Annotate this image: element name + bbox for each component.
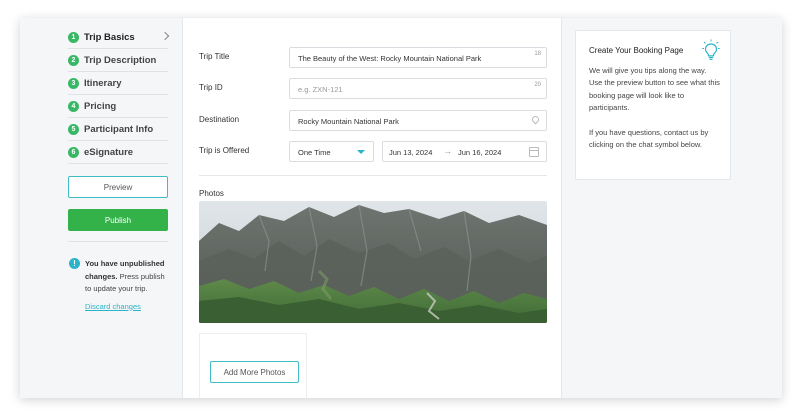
trip-title-label: Trip Title (199, 52, 230, 61)
step-itinerary[interactable]: 3 Itinerary (68, 72, 168, 95)
lightbulb-icon (702, 39, 720, 60)
chevron-right-icon (160, 31, 170, 41)
app-frame: 1 Trip Basics 2 Trip Description 3 Itine… (20, 18, 782, 398)
notice-text: You have unpublished changes. Press publ… (85, 258, 168, 296)
step-label: Itinerary (84, 77, 122, 89)
date-range-picker[interactable]: Jun 13, 2024 → Jun 16, 2024 (382, 141, 547, 162)
destination-input[interactable]: Rocky Mountain National Park (289, 110, 547, 131)
trip-id-counter: 20 (534, 82, 541, 88)
step-pricing[interactable]: 4 Pricing (68, 95, 168, 118)
location-pin-icon (530, 114, 541, 125)
step-label: Pricing (84, 100, 117, 112)
unpublished-notice: ! You have unpublished changes. Press pu… (68, 258, 168, 314)
publish-button[interactable]: Publish (68, 209, 168, 231)
arrow-right-icon: → (443, 146, 452, 156)
trip-id-input[interactable]: e.g. ZXN-121 20 (289, 78, 547, 99)
trip-id-placeholder: e.g. ZXN-121 (298, 85, 343, 94)
add-more-photos-button[interactable]: Add More Photos (210, 361, 299, 383)
step-trip-basics[interactable]: 1 Trip Basics (68, 26, 170, 49)
trip-title-value: The Beauty of the West: Rocky Mountain N… (298, 54, 482, 63)
step-participant-info[interactable]: 5 Participant Info (68, 118, 168, 141)
trip-basics-form: Trip Title The Beauty of the West: Rocky… (182, 18, 562, 398)
step-number: 6 (68, 146, 79, 158)
step-label: eSignature (84, 146, 134, 158)
step-number: 2 (68, 54, 79, 66)
trip-title-row: Trip Title The Beauty of the West: Rocky… (199, 47, 547, 68)
step-label: Participant Info (84, 123, 154, 135)
step-trip-description[interactable]: 2 Trip Description (68, 49, 168, 72)
step-esignature[interactable]: 6 eSignature (68, 141, 168, 164)
photos-label: Photos (199, 189, 224, 198)
trip-offered-label: Trip is Offered (199, 146, 250, 155)
step-number: 5 (68, 123, 79, 135)
destination-value: Rocky Mountain National Park (298, 117, 399, 126)
date-from: Jun 13, 2024 (389, 148, 433, 157)
step-number: 1 (68, 31, 79, 43)
destination-row: Destination Rocky Mountain National Park (199, 110, 547, 131)
caret-down-icon (357, 150, 365, 154)
tips-body: We will give you tips along the way. Use… (589, 65, 721, 151)
sidebar-divider (68, 241, 168, 242)
discard-changes-link[interactable]: Discard changes (85, 301, 141, 314)
step-number: 3 (68, 77, 79, 89)
add-photos-dropzone: Add More Photos (199, 333, 307, 398)
trip-photo[interactable] (199, 201, 547, 323)
tips-title: Create Your Booking Page (589, 46, 684, 55)
destination-label: Destination (199, 115, 240, 124)
trip-title-input[interactable]: The Beauty of the West: Rocky Mountain N… (289, 47, 547, 68)
tips-card: Create Your Booking Page We will give yo… (575, 30, 731, 180)
step-number: 4 (68, 100, 79, 112)
calendar-icon (529, 147, 539, 157)
date-to: Jun 16, 2024 (458, 148, 502, 157)
trip-frequency-select[interactable]: One Time (289, 141, 374, 162)
step-label: Trip Basics (84, 31, 135, 43)
tips-paragraph-2: If you have questions, contact us by cli… (589, 127, 709, 150)
trip-frequency-value: One Time (298, 148, 331, 157)
trip-title-counter: 18 (534, 51, 541, 57)
mountain-photo-image (199, 201, 547, 323)
tips-paragraph-1: We will give you tips along the way. Use… (589, 66, 720, 113)
form-divider (199, 175, 547, 176)
trip-id-label: Trip ID (199, 83, 223, 92)
preview-button[interactable]: Preview (68, 176, 168, 198)
trip-id-row: Trip ID e.g. ZXN-121 20 (199, 78, 547, 99)
sidebar: 1 Trip Basics 2 Trip Description 3 Itine… (68, 26, 170, 314)
step-label: Trip Description (84, 54, 157, 66)
info-icon: ! (69, 258, 80, 269)
trip-offered-row: Trip is Offered One Time Jun 13, 2024 → … (199, 141, 547, 162)
